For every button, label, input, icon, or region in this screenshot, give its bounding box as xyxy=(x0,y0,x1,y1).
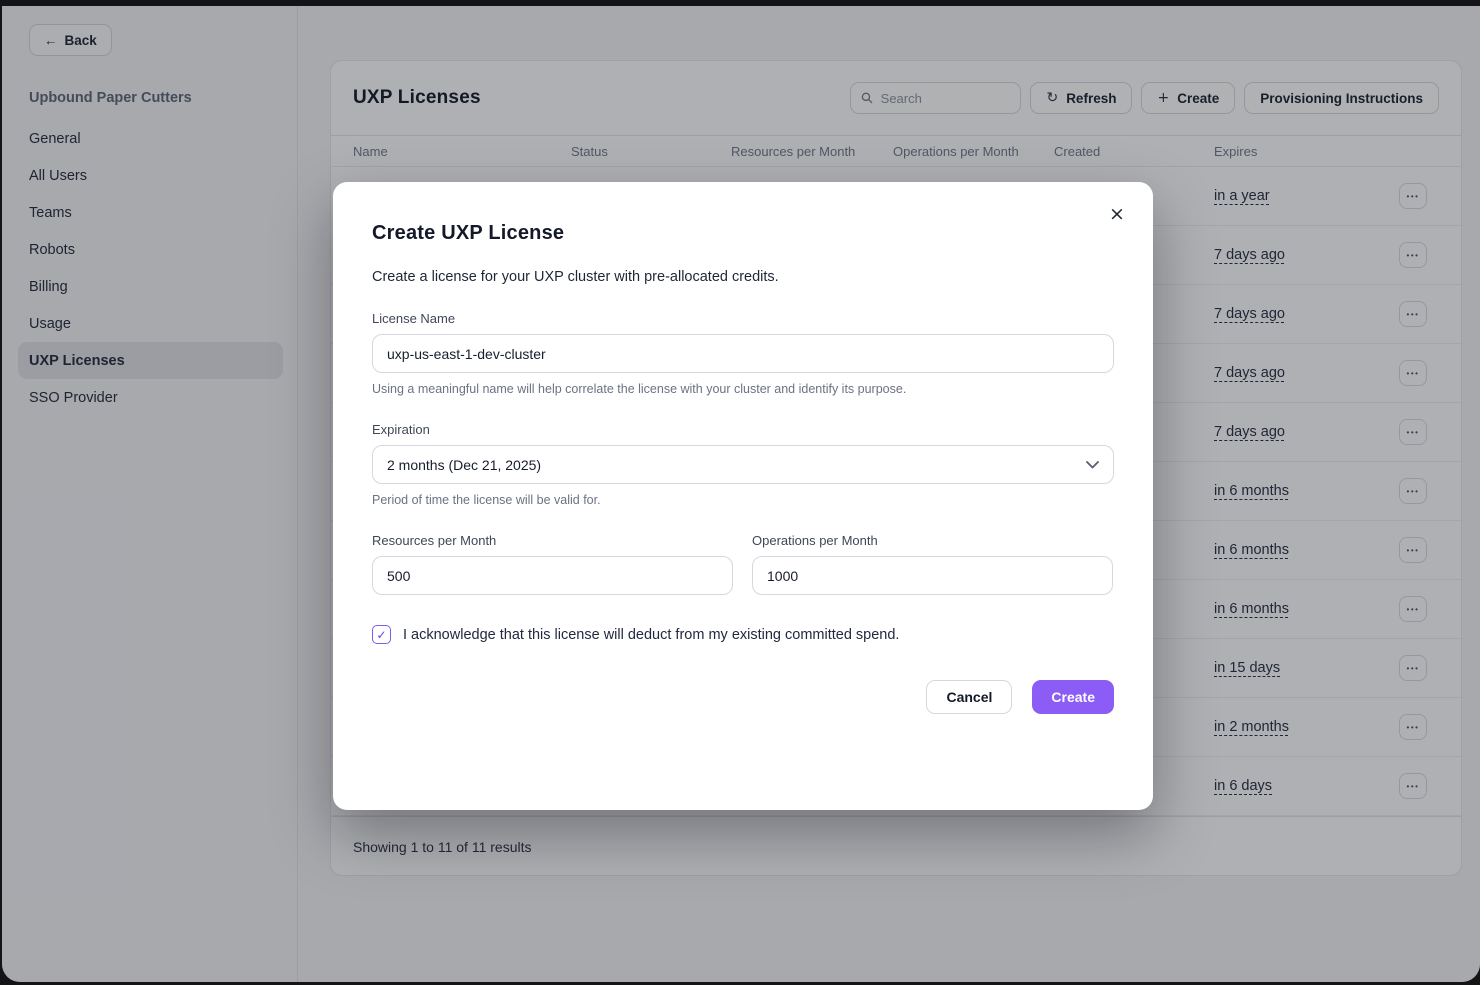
resources-input[interactable] xyxy=(372,556,733,595)
expiration-group: Expiration Period of time the license wi… xyxy=(372,422,1114,507)
license-name-input[interactable] xyxy=(372,334,1114,373)
expiration-select-value[interactable] xyxy=(372,445,1114,484)
modal-create-button[interactable]: Create xyxy=(1032,680,1114,714)
license-name-help: Using a meaningful name will help correl… xyxy=(372,382,1114,396)
modal-title: Create UXP License xyxy=(372,222,1114,245)
license-name-group: License Name Using a meaningful name wil… xyxy=(372,311,1114,396)
operations-group: Operations per Month xyxy=(752,533,1113,595)
resources-group: Resources per Month xyxy=(372,533,733,595)
chevron-down-icon xyxy=(1086,461,1099,469)
limits-row: Resources per Month Operations per Month xyxy=(372,533,1114,595)
operations-input[interactable] xyxy=(752,556,1113,595)
acknowledge-checkbox[interactable]: ✓ xyxy=(372,625,391,644)
close-icon: × xyxy=(1109,203,1125,225)
check-icon: ✓ xyxy=(376,628,386,642)
cancel-button[interactable]: Cancel xyxy=(926,680,1012,714)
modal-actions: Cancel Create xyxy=(372,680,1114,714)
resources-label: Resources per Month xyxy=(372,533,733,548)
close-button[interactable]: × xyxy=(1103,200,1131,228)
modal-description: Create a license for your UXP cluster wi… xyxy=(372,269,1114,285)
expiration-help: Period of time the license will be valid… xyxy=(372,493,1114,507)
expiration-select[interactable] xyxy=(372,445,1114,484)
acknowledge-row: ✓ I acknowledge that this license will d… xyxy=(372,625,1114,644)
create-uxp-license-modal: × Create UXP License Create a license fo… xyxy=(333,182,1153,810)
operations-label: Operations per Month xyxy=(752,533,1113,548)
license-name-label: License Name xyxy=(372,311,1114,326)
expiration-label: Expiration xyxy=(372,422,1114,437)
acknowledge-label: I acknowledge that this license will ded… xyxy=(403,627,899,643)
